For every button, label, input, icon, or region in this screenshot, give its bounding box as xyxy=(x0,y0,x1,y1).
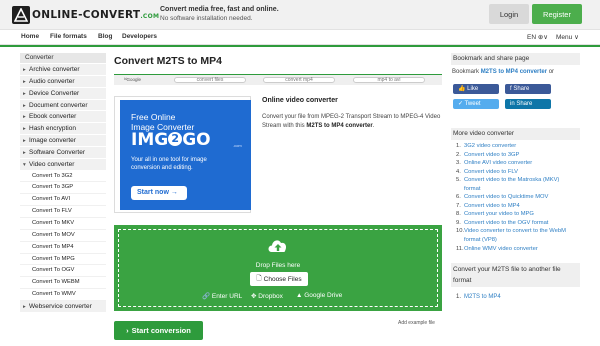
google-drive-icon: ▲ xyxy=(296,292,303,299)
share-panel-title: Bookmark and share page xyxy=(451,53,580,65)
linkedin-share-button[interactable]: in Share xyxy=(505,99,551,109)
list-item-continued[interactable]: format xyxy=(464,185,580,194)
bookmark-link[interactable]: M2TS to MP4 converter xyxy=(481,69,547,75)
list-item[interactable]: 5. Convert video to the Matroska (MKV) xyxy=(456,176,580,185)
link-icon: 🔗 xyxy=(202,293,211,300)
sidebar-item-audio[interactable]: ▸ Audio converter xyxy=(20,75,106,88)
facebook-share-button[interactable]: f Share xyxy=(505,84,551,94)
main-nav: Home File formats Blog Developers EN ⊕∨ … xyxy=(0,30,600,45)
bookmark-line: Bookmark M2TS to MP4 converter or xyxy=(452,69,555,75)
sidebar-sub-mkv[interactable]: Convert To MKV xyxy=(20,217,106,230)
add-example-file-link[interactable]: Add example file xyxy=(398,320,435,326)
linkedin-icon: in xyxy=(510,101,515,107)
choose-files-button[interactable]: 🗋 Choose Files xyxy=(250,272,308,286)
thumbs-up-icon: 👍 xyxy=(458,86,466,92)
login-button[interactable]: Login xyxy=(489,4,529,24)
sidebar-title: Converter xyxy=(20,53,106,63)
drop-files-text: Drop Files here xyxy=(255,262,301,269)
list-item[interactable]: 7. Convert video to MP4 xyxy=(456,202,580,211)
enter-url-button[interactable]: 🔗 Enter URL xyxy=(202,292,242,300)
sidebar-sub-3gp[interactable]: Convert To 3GP xyxy=(20,182,106,195)
sidebar-item-ebook[interactable]: ▸ Ebook converter xyxy=(20,111,106,124)
converter-sidebar: Converter ▸ Archive converter ▸ Audio conv… xyxy=(20,53,106,313)
list-item[interactable]: 10. Video converter to convert to the Web… xyxy=(456,227,580,236)
menu-toggle[interactable]: Menu ∨ xyxy=(556,33,579,41)
more-converters-list: 1. 3G2 video converter 2. Convert video to… xyxy=(456,142,580,254)
cloud-upload-icon xyxy=(268,240,287,252)
sidebar-sub-wmv[interactable]: Convert To WMV xyxy=(20,289,106,301)
list-item[interactable]: 9. Convert video to the OGV format xyxy=(456,219,580,228)
sidebar-sub-mpg[interactable]: Convert To MPG xyxy=(20,253,106,266)
search-bar: ᴵᵈGoogle convert files convert mp4 mp4 t… xyxy=(114,74,442,85)
sidebar-item-software[interactable]: ▸ Software Converter xyxy=(20,146,106,159)
sidebar-item-hash[interactable]: ▸ Hash encryption xyxy=(20,123,106,136)
tagline-sub: No software installation needed. xyxy=(160,15,253,22)
list-item[interactable]: 4. Convert video to FLV xyxy=(456,168,580,177)
start-conversion-button[interactable]: › Start conversion xyxy=(114,321,203,340)
ad-banner: Free Online Image Converter IMG 2 GO .com … xyxy=(120,100,251,210)
sidebar-item-document[interactable]: ▸ Document converter xyxy=(20,99,106,112)
list-item[interactable]: 11. Online WMV video converter xyxy=(456,245,580,254)
sidebar-sub-avi[interactable]: Convert To AVI xyxy=(20,194,106,207)
intro-title: Online video converter xyxy=(262,97,338,104)
register-button[interactable]: Register xyxy=(532,4,582,24)
sidebar-sub-flv[interactable]: Convert To FLV xyxy=(20,206,106,218)
chevron-right-icon: › xyxy=(126,326,129,335)
logo-icon xyxy=(12,6,30,24)
list-item[interactable]: 3. Online AVI video converter xyxy=(456,159,580,168)
twitter-icon: ✓ xyxy=(458,101,464,107)
sidebar-sub-webm[interactable]: Convert To WEBM xyxy=(20,277,106,290)
img2go-advertisement[interactable]: Free Online Image Converter IMG 2 GO .com … xyxy=(114,96,251,213)
img2go-logo: IMG 2 GO xyxy=(131,130,211,150)
more-converters-title: More video converter xyxy=(451,128,580,140)
top-header: ONLINE-CONVERT.COM Convert media free, f… xyxy=(0,0,600,30)
facebook-like-button[interactable]: 👍 Like xyxy=(453,84,499,94)
ad-text-2: conversion and editing. xyxy=(131,165,193,171)
tagline-main: Convert media free, fast and online. xyxy=(160,6,279,13)
arrow-right-icon: → xyxy=(170,189,178,196)
nav-developers[interactable]: Developers xyxy=(122,33,157,40)
other-format-link[interactable]: 1. M2TS to MP4 xyxy=(456,294,501,300)
sidebar-item-image[interactable]: ▸ Image converter xyxy=(20,135,106,147)
language-selector[interactable]: EN ⊕∨ xyxy=(527,33,548,41)
sidebar-item-video[interactable]: ▾ Video converter xyxy=(20,158,106,171)
logo-text: ONLINE-CONVERT.COM xyxy=(32,9,160,21)
google-label: ᴵᵈGoogle xyxy=(124,77,141,82)
ad-start-now-button[interactable]: Start now → xyxy=(131,186,187,200)
nav-home[interactable]: Home xyxy=(21,33,39,40)
tweet-button[interactable]: ✓ Tweet xyxy=(453,99,499,109)
list-item[interactable]: 6. Convert video to Quicktime MOV xyxy=(456,193,580,202)
search-suggestion-2[interactable]: convert mp4 xyxy=(263,77,335,83)
list-item[interactable]: 8. Convert your video to MPG xyxy=(456,210,580,219)
sidebar-sub-mp4[interactable]: Convert To MP4 xyxy=(20,241,106,254)
sidebar-sub-3g2[interactable]: Convert To 3G2 xyxy=(20,170,106,183)
header-divider xyxy=(0,45,600,47)
page-title: Convert M2TS to MP4 xyxy=(114,55,222,67)
file-dropzone[interactable]: Drop Files here 🗋 Choose Files 🔗 Enter U… xyxy=(114,225,442,311)
file-icon: 🗋 xyxy=(256,274,262,282)
tagline: Convert media free, fast and online. No … xyxy=(160,5,279,23)
facebook-icon: f xyxy=(510,86,512,92)
ad-line-1: Free Online xyxy=(131,112,176,122)
nav-blog[interactable]: Blog xyxy=(98,33,112,40)
ad-domain: .com xyxy=(233,143,242,148)
site-logo[interactable]: ONLINE-CONVERT.COM xyxy=(12,6,159,24)
intro-text: Convert your file from MPEG-2 Transport … xyxy=(262,114,441,129)
other-formats-title: Convert your M2TS file to another file f… xyxy=(451,263,580,287)
search-suggestion-1[interactable]: convert files xyxy=(174,77,246,83)
sidebar-item-device[interactable]: ▸ Device Converter xyxy=(20,87,106,100)
list-item-continued[interactable]: format (VP8) xyxy=(464,236,580,245)
search-suggestion-3[interactable]: mp4 to avi xyxy=(353,77,425,83)
list-item[interactable]: 1. 3G2 video converter xyxy=(456,142,580,151)
google-drive-button[interactable]: ▲ Google Drive xyxy=(296,292,342,299)
dropbox-button[interactable]: ✥ Dropbox xyxy=(251,292,283,300)
dropbox-icon: ✥ xyxy=(251,293,257,300)
sidebar-item-webservice[interactable]: ▸ Webservice converter xyxy=(20,300,106,313)
sidebar-sub-mov[interactable]: Convert To MOV xyxy=(20,229,106,242)
sidebar-sub-ogv[interactable]: Convert To OGV xyxy=(20,265,106,278)
sidebar-item-archive[interactable]: ▸ Archive converter xyxy=(20,64,106,76)
nav-file-formats[interactable]: File formats xyxy=(50,33,87,40)
list-item[interactable]: 2. Convert video to 3GP xyxy=(456,151,580,160)
ad-text-1: Your all in one tool for image xyxy=(131,157,207,163)
